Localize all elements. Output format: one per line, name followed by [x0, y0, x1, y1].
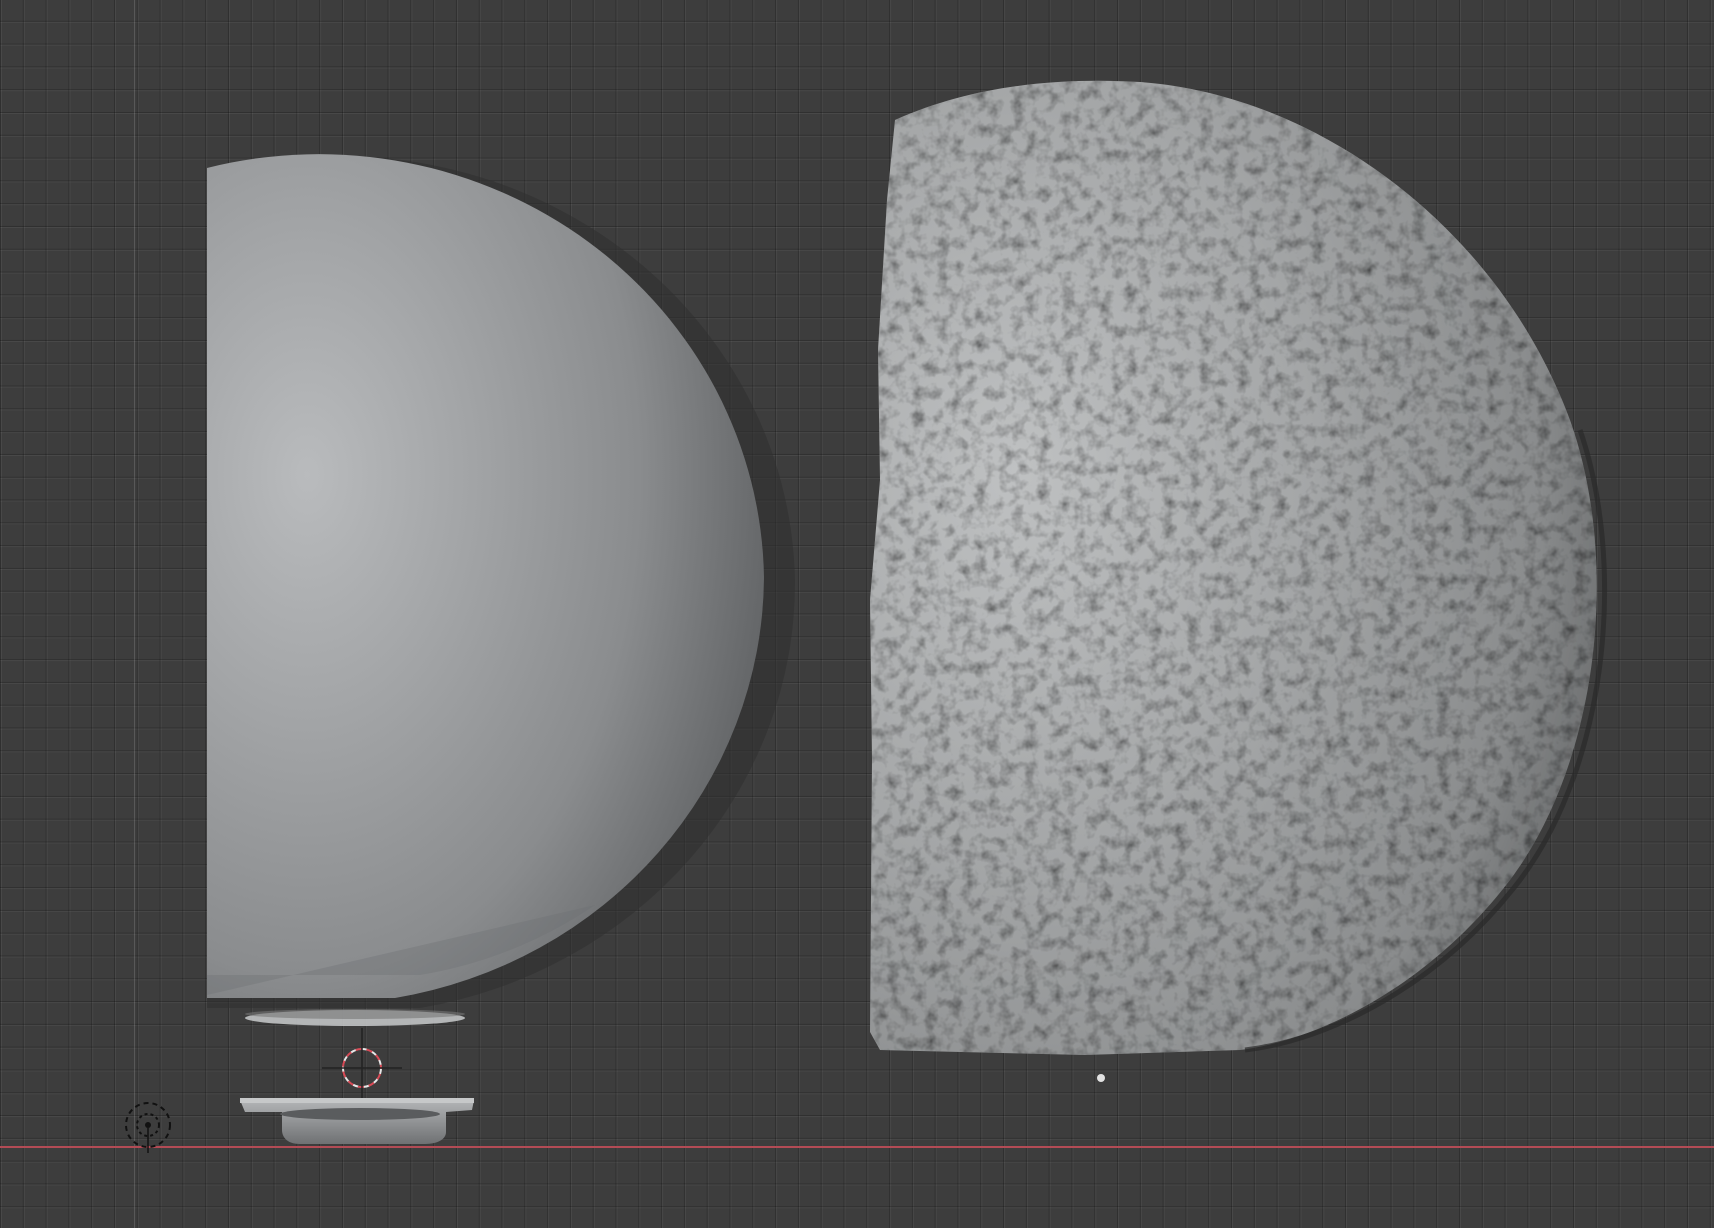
light-gizmo-icon[interactable]: [125, 1102, 171, 1153]
origin-dot-icon[interactable]: [1097, 1074, 1105, 1082]
3d-cursor-icon[interactable]: [322, 1028, 402, 1108]
3d-viewport[interactable]: [0, 0, 1714, 1228]
base-plate[interactable]: [240, 1098, 474, 1144]
smooth-half-sphere[interactable]: [207, 154, 796, 1026]
textured-half-sphere[interactable]: [870, 80, 1608, 1055]
scene-objects[interactable]: [0, 0, 1714, 1228]
